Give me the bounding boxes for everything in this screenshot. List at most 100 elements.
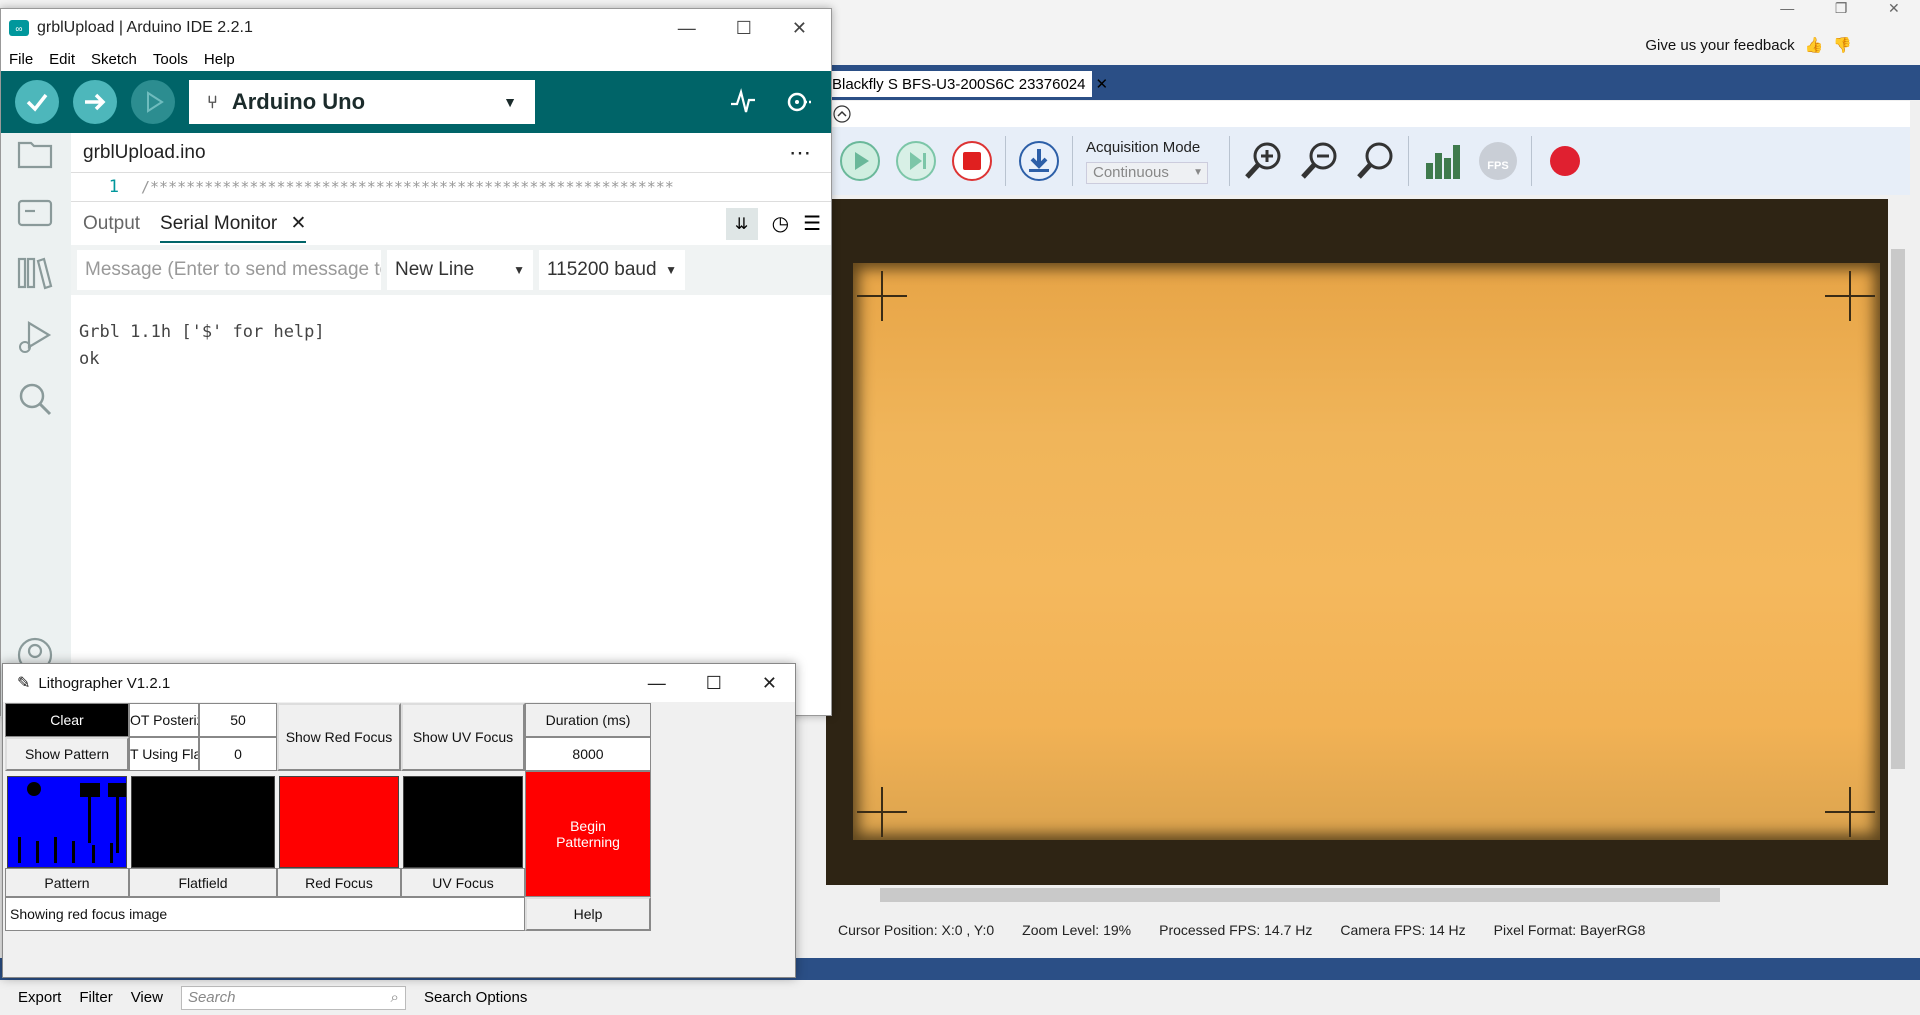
record-icon[interactable] [1540,136,1590,186]
usb-icon: ⑂ [207,91,218,112]
duration-label-text: Duration (ms) [545,712,631,728]
thumbs-down-icon[interactable]: 👎 [1833,36,1852,54]
cursor-position: Cursor Position: X:0 , Y:0 [838,922,995,938]
search-icon[interactable]: ⌕ [391,989,399,1006]
arduino-logo-icon: ∞ [9,20,29,36]
menu-tools[interactable]: Tools [153,51,188,68]
horizontal-scrollbar[interactable] [826,885,1888,905]
search-options-button[interactable]: Search Options [424,989,527,1006]
line-number: 1 [108,177,119,197]
duration-input[interactable]: 8000 [525,737,651,771]
zoom-in-icon[interactable] [1238,136,1288,186]
menu-edit[interactable]: Edit [49,51,75,68]
chevron-down-icon: ▼ [513,263,525,277]
restore-icon[interactable]: ❐ [1835,0,1848,24]
clear-button[interactable]: Clear [5,703,129,737]
show-pattern-button[interactable]: Show Pattern [5,737,129,771]
show-red-focus-button[interactable]: Show Red Focus [277,703,401,771]
crosshair-marker [1825,787,1875,837]
close-icon[interactable]: ✕ [291,213,307,234]
posterize-input[interactable]: 50 [199,703,277,737]
camera-tab[interactable]: Blackfly S BFS-U3-200S6C 23376024 ✕ [832,71,1108,97]
code-text[interactable]: /***************************************… [141,178,674,196]
zoom-out-icon[interactable] [1294,136,1344,186]
menu-file[interactable]: File [9,51,33,68]
minimize-icon[interactable]: — [678,18,696,39]
autoscroll-icon[interactable]: ⇊ [725,207,758,240]
minimize-icon[interactable]: — [648,673,666,694]
flatfield-value: 0 [234,746,242,762]
maximize-icon[interactable]: ☐ [706,673,722,694]
red-focus-thumbnail[interactable] [279,776,399,868]
scrollbar-thumb[interactable] [1891,249,1905,769]
arduino-sidebar [1,133,71,717]
more-icon[interactable]: ⋯ [789,140,811,166]
single-frame-icon[interactable] [891,136,941,186]
stop-icon[interactable] [947,136,997,186]
boards-manager-icon[interactable] [15,193,55,233]
close-icon[interactable]: ✕ [792,18,807,39]
export-button[interactable]: Export [18,989,61,1006]
close-icon[interactable]: ✕ [762,673,777,694]
play-icon[interactable] [835,136,885,186]
file-tab[interactable]: grblUpload.ino ⋯ [71,133,831,173]
checkmark-icon [26,93,48,112]
verify-button[interactable] [15,80,59,124]
serial-plotter-icon[interactable] [729,88,757,116]
fps-icon[interactable]: FPS [1473,136,1523,186]
histogram-icon[interactable] [1417,136,1467,186]
feedback-label[interactable]: Give us your feedback [1645,37,1794,54]
feedback-link[interactable]: Give us your feedback 👍 👎 [1645,36,1852,55]
minimize-icon[interactable]: — [1780,0,1794,24]
close-icon[interactable]: ✕ [1095,75,1108,93]
help-button[interactable]: Help [525,897,651,931]
debug-sidebar-icon[interactable] [15,317,55,357]
thumbs-up-icon[interactable]: 👍 [1805,36,1824,54]
scrollbar-thumb[interactable] [880,888,1720,902]
camera-image-viewer[interactable] [826,199,1888,885]
search-placeholder: Search [187,989,236,1006]
zoom-fit-icon[interactable] [1350,136,1400,186]
folder-icon[interactable] [15,133,55,173]
collapse-icon[interactable] [832,104,852,124]
search-icon[interactable] [15,379,55,419]
begin-patterning-button[interactable]: Begin Patterning [525,771,651,897]
posterize-label: OT Posterizi [129,703,199,737]
flatfield-thumbnail[interactable] [131,776,275,868]
menu-sketch[interactable]: Sketch [91,51,137,68]
library-manager-icon[interactable] [15,253,55,293]
vertical-scrollbar[interactable] [1888,199,1908,885]
serial-message-placeholder: Message (Enter to send message to 'Ar... [85,259,381,280]
clear-output-icon[interactable]: ☰ [803,211,821,236]
toolbar-separator [1408,136,1409,186]
menu-help[interactable]: Help [204,51,235,68]
view-button[interactable]: View [131,989,163,1006]
tab-serial-monitor[interactable]: Serial Monitor ✕ [160,204,307,243]
save-image-icon[interactable] [1014,136,1064,186]
debug-button[interactable] [131,80,175,124]
close-icon[interactable]: ✕ [1888,0,1900,24]
baud-rate-select[interactable]: 115200 baud ▼ [539,250,685,290]
tab-output[interactable]: Output [83,213,140,235]
camera-tab-label[interactable]: Blackfly S BFS-U3-200S6C 23376024 [832,76,1085,93]
uv-focus-thumbnail[interactable] [403,776,523,868]
acquisition-mode-select[interactable]: Continuous ▼ [1086,161,1208,184]
board-selector[interactable]: ⑂ Arduino Uno ▼ [189,80,535,124]
show-uv-focus-button[interactable]: Show UV Focus [401,703,525,771]
upload-button[interactable] [73,80,117,124]
log-search-input[interactable]: Search ⌕ [180,985,406,1010]
svg-text:FPS: FPS [1487,160,1508,172]
line-ending-select[interactable]: New Line ▼ [387,250,533,290]
posterize-value: 50 [230,712,246,728]
bottom-panel-tabs: Output Serial Monitor ✕ ⇊ ◷ ☰ [71,201,831,245]
pattern-thumbnail[interactable] [7,776,127,868]
file-tab-label[interactable]: grblUpload.ino [83,142,206,164]
serial-message-input[interactable]: Message (Enter to send message to 'Ar... [77,250,381,290]
flatfield-input[interactable]: 0 [199,737,277,771]
code-line[interactable]: 1 /*************************************… [71,173,831,201]
timestamp-icon[interactable]: ◷ [772,211,789,236]
toolbar-separator [1229,136,1230,186]
serial-monitor-icon[interactable] [783,88,813,116]
maximize-icon[interactable]: ☐ [736,18,752,39]
filter-button[interactable]: Filter [79,989,112,1006]
